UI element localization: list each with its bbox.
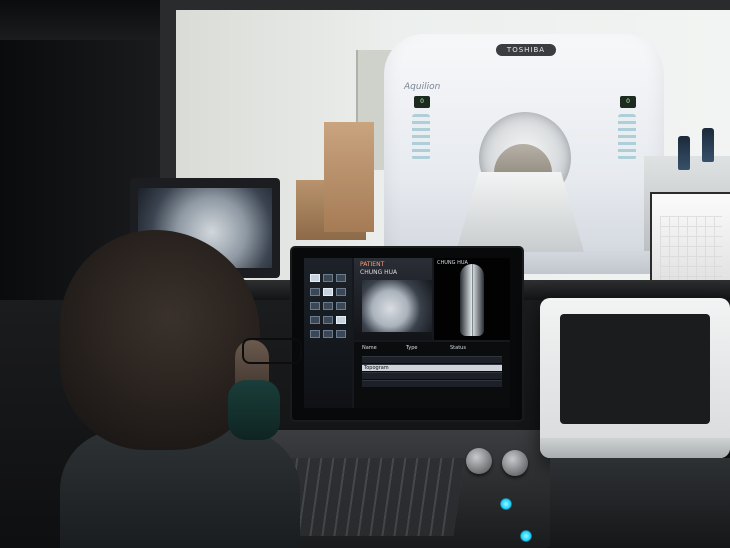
table-row-selected[interactable]: Topogram bbox=[362, 364, 502, 371]
gantry-model-label: Aquilion bbox=[404, 82, 441, 92]
gantry-display-left: 0 bbox=[414, 96, 430, 108]
status-light bbox=[520, 530, 532, 542]
operator-glasses bbox=[242, 338, 302, 364]
protocol-table: Name Type Status Topogram bbox=[354, 342, 510, 408]
table-col-type: Type bbox=[406, 345, 418, 351]
auxiliary-device bbox=[550, 458, 730, 548]
table-cell: Topogram bbox=[364, 365, 389, 371]
status-light bbox=[500, 498, 512, 510]
gantry-brand-logo: TOSHIBA bbox=[496, 44, 556, 56]
tool-button[interactable] bbox=[323, 274, 333, 282]
ct-control-room-scene: TOSHIBA Aquilion 0 0 PATIENT CHUNG HUA C… bbox=[0, 0, 730, 548]
patient-header: PATIENT bbox=[360, 261, 385, 268]
table-col-name: Name bbox=[362, 345, 377, 351]
gantry-control-buttons-right bbox=[618, 114, 636, 160]
operator bbox=[60, 230, 302, 548]
calendar-grid bbox=[660, 216, 722, 286]
supply-bottle bbox=[702, 128, 714, 162]
tool-button[interactable] bbox=[310, 330, 320, 338]
tool-button[interactable] bbox=[336, 288, 346, 296]
table-row[interactable] bbox=[362, 356, 502, 363]
tool-button[interactable] bbox=[323, 288, 333, 296]
tool-button[interactable] bbox=[323, 316, 333, 324]
auxiliary-monitor-screen bbox=[560, 314, 710, 424]
patient-name: CHUNG HUA bbox=[360, 269, 398, 276]
tool-button[interactable] bbox=[336, 316, 346, 324]
scout-image-panel: CHUNG HUA bbox=[434, 258, 510, 340]
table-col-status: Status bbox=[450, 345, 466, 351]
tool-button[interactable] bbox=[310, 302, 320, 310]
scan-info-panel: PATIENT CHUNG HUA bbox=[354, 258, 432, 340]
tool-button[interactable] bbox=[323, 330, 333, 338]
tool-button[interactable] bbox=[336, 330, 346, 338]
control-knob-left[interactable] bbox=[466, 448, 492, 474]
console-monitor: PATIENT CHUNG HUA CHUNG HUA Name Type St… bbox=[292, 248, 522, 420]
control-knob-right[interactable] bbox=[502, 450, 528, 476]
scout-centerline bbox=[472, 264, 473, 336]
operator-mask bbox=[228, 380, 280, 440]
tool-button[interactable] bbox=[336, 302, 346, 310]
supply-bottle bbox=[678, 136, 690, 170]
tool-button[interactable] bbox=[310, 316, 320, 324]
tool-button[interactable] bbox=[310, 274, 320, 282]
gantry-control-buttons-left bbox=[412, 114, 430, 160]
auxiliary-monitor-bezel bbox=[540, 438, 730, 458]
console-screen: PATIENT CHUNG HUA CHUNG HUA Name Type St… bbox=[304, 258, 510, 408]
tool-button[interactable] bbox=[323, 302, 333, 310]
storage-boxes-stack bbox=[324, 122, 374, 232]
tool-button[interactable] bbox=[310, 288, 320, 296]
gantry-thumbnail bbox=[362, 280, 432, 332]
tool-button[interactable] bbox=[336, 274, 346, 282]
auxiliary-monitor bbox=[540, 298, 730, 458]
gantry-display-right: 0 bbox=[620, 96, 636, 108]
tool-panel bbox=[304, 258, 352, 408]
table-row[interactable] bbox=[362, 372, 502, 379]
table-row[interactable] bbox=[362, 380, 502, 387]
